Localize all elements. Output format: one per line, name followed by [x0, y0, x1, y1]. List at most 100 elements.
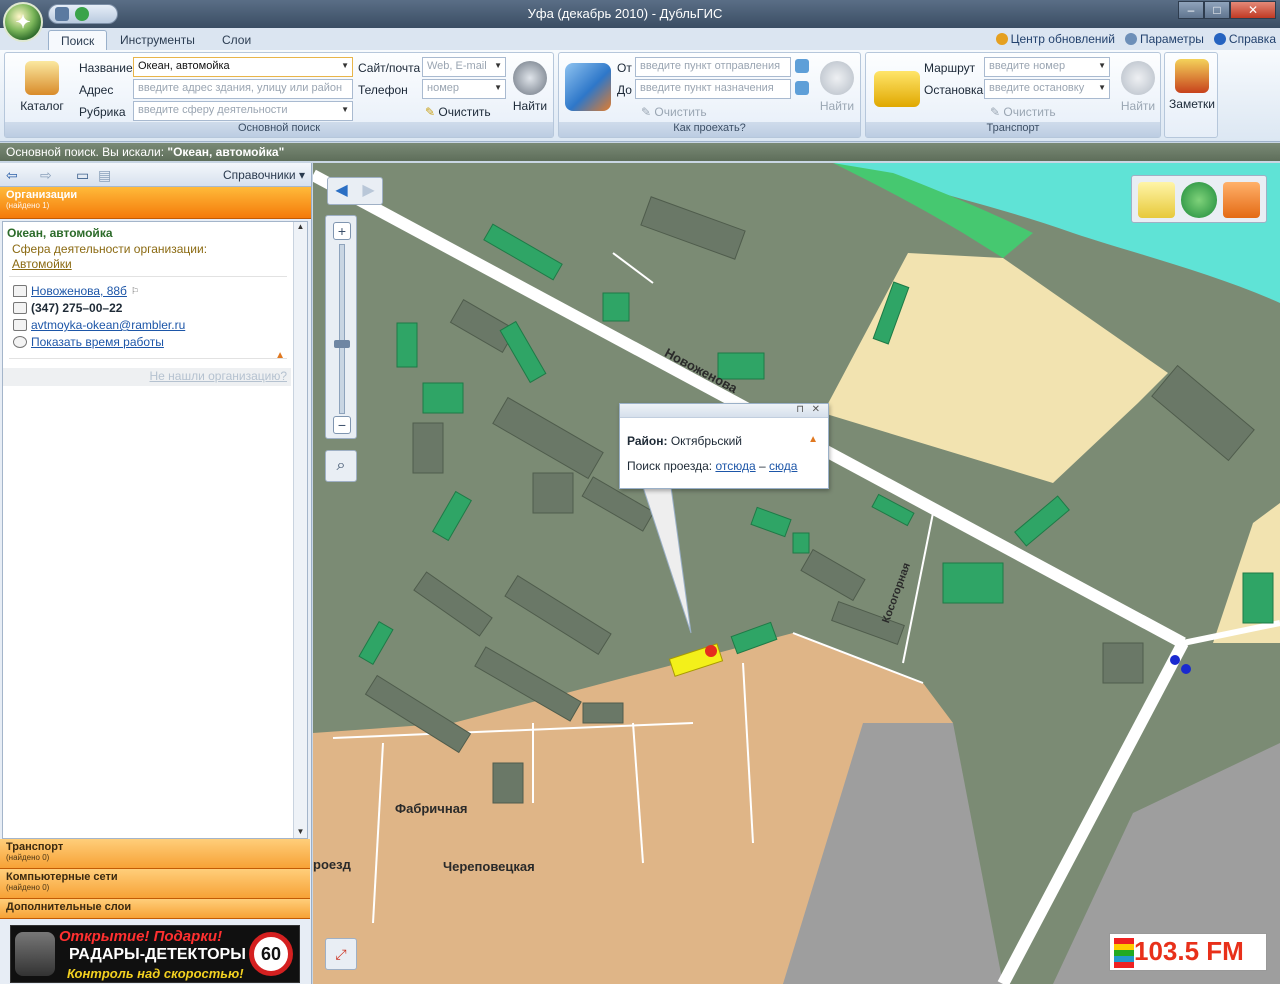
map-view[interactable]: Новоженова Косогорная Фабричная Черепове…	[313, 163, 1280, 984]
route-ab-icon	[565, 63, 611, 111]
pick-to-icon[interactable]	[795, 81, 809, 95]
category-computer-networks[interactable]: Компьютерные сети (найдено 0)	[0, 869, 310, 899]
route-to-here-link[interactable]: сюда	[769, 459, 797, 473]
magnifier-icon: ⌕	[336, 457, 346, 474]
map-tools	[1131, 175, 1267, 223]
back-icon[interactable]: ⇦	[6, 167, 18, 184]
org-phone: (347) 275–00–22	[31, 301, 123, 315]
to-input[interactable]: введите пункт назначения	[635, 79, 791, 99]
zoom-in-button[interactable]: +	[333, 222, 351, 240]
app-menu-button[interactable]: ✦	[3, 2, 43, 42]
magnifier-button[interactable]: ⌕	[325, 450, 357, 482]
minimize-button[interactable]: –	[1178, 1, 1204, 19]
left-nav-bar: ⇦ ⇨ ▭ ▤ Справочники ▾	[0, 163, 311, 187]
close-icon[interactable]: ✕	[812, 404, 820, 415]
site-label: Сайт/почта	[358, 61, 421, 75]
lane	[902, 512, 934, 664]
print-icon[interactable]: ▤	[98, 167, 111, 184]
parameters-link[interactable]: Параметры	[1124, 32, 1204, 46]
ruler-icon[interactable]	[1138, 182, 1175, 218]
route-find-button[interactable]: Найти	[817, 61, 857, 113]
category-organizations[interactable]: Организации (найдено 1)	[0, 187, 311, 219]
zoom-slider-thumb[interactable]	[334, 340, 350, 348]
clear-button[interactable]: ✎ Очистить	[425, 105, 491, 119]
radar-icon[interactable]	[1180, 182, 1218, 218]
top-right-links: Центр обновлений Параметры Справка	[995, 32, 1276, 46]
show-hours-link[interactable]: Показать время работы	[31, 335, 164, 349]
stop-input[interactable]: введите остановку ▼	[984, 79, 1110, 99]
expand-icon: ⤢	[335, 946, 347, 962]
chevron-down-icon[interactable]: ▼	[341, 61, 349, 70]
close-button[interactable]: ✕	[1230, 1, 1276, 19]
binoculars-icon	[513, 61, 547, 95]
scroll-down-icon[interactable]: ▼	[294, 827, 307, 836]
street-label-cherepovetskaya: Череповецкая	[443, 859, 535, 874]
chevron-down-icon[interactable]: ▼	[494, 83, 502, 92]
chevron-down-icon[interactable]: ▼	[341, 105, 349, 114]
notes-icon	[1175, 59, 1209, 93]
chevron-down-icon[interactable]: ▼	[1098, 61, 1106, 70]
street-label-fabrichnaya: Фабричная	[395, 801, 468, 816]
org-name[interactable]: Океан, автомойка	[7, 226, 113, 240]
name-input[interactable]: Океан, автомойка ▼	[133, 57, 353, 77]
phone-input[interactable]: номер ▼	[422, 79, 506, 99]
category-transport[interactable]: Транспорт (найдено 0)	[0, 839, 310, 869]
zoom-slider[interactable]	[339, 244, 345, 414]
window-controls: – □ ✕	[1178, 1, 1276, 19]
warning-icon[interactable]: ▲	[808, 434, 818, 445]
transport-find-button[interactable]: Найти	[1118, 61, 1158, 113]
street-label-proezd: роезд	[313, 857, 351, 872]
list-icon[interactable]: ▭	[76, 167, 89, 184]
transport-clear-button[interactable]: ✎ Очистить	[990, 105, 1056, 119]
chevron-down-icon[interactable]: ▼	[1098, 83, 1106, 92]
clock-icon	[13, 336, 27, 348]
org-address-link[interactable]: Новоженова, 88б	[31, 284, 127, 298]
tab-layers[interactable]: Слои	[210, 30, 263, 50]
zoom-control: + −	[325, 215, 357, 439]
route-group: От введите пункт отправления До введите …	[558, 52, 861, 138]
from-input[interactable]: введите пункт отправления	[635, 57, 791, 77]
category-extra-layers[interactable]: Дополнительные слои	[0, 899, 310, 919]
route-clear-button[interactable]: ✎ Очистить	[641, 105, 707, 119]
scroll-up-icon[interactable]: ▲	[294, 222, 307, 231]
notes-button[interactable]: Заметки	[1167, 59, 1217, 111]
org-rubric-link[interactable]: Автомойки	[12, 257, 72, 271]
org-address-row: Новоженова, 88б ⚐	[13, 284, 139, 298]
gear-icon	[1124, 33, 1137, 45]
map-back-icon[interactable]: ◀	[328, 178, 355, 204]
bus-icon	[874, 71, 920, 107]
tab-search[interactable]: Поиск	[48, 30, 108, 50]
warning-icon[interactable]: ▲	[275, 350, 285, 361]
pin-icon[interactable]: ⊓	[796, 404, 804, 415]
tab-tools[interactable]: Инструменты	[108, 30, 207, 50]
notes-group: Заметки	[1164, 52, 1218, 138]
map-forward-icon[interactable]: ▶	[355, 178, 382, 204]
org-email-link[interactable]: avtmoyka-okean@rambler.ru	[31, 318, 185, 332]
forward-icon[interactable]: ⇨	[40, 167, 52, 184]
not-found-link[interactable]: Не нашли организацию?	[3, 368, 291, 386]
catalog-button[interactable]: Каталог	[17, 61, 67, 113]
site-input[interactable]: Web, E-mail ▼	[422, 57, 506, 77]
chevron-down-icon[interactable]: ▼	[494, 61, 502, 70]
search-status-bar: Основной поиск. Вы искали: "Океан, автом…	[0, 143, 1280, 161]
maximize-button[interactable]: □	[1204, 1, 1230, 19]
route-number-input[interactable]: введите номер ▼	[984, 57, 1110, 77]
stop-label: Остановка	[924, 83, 984, 97]
window-title: Уфа (декабрь 2010) - ДубльГИС	[527, 6, 723, 21]
find-button[interactable]: Найти	[509, 61, 551, 113]
ad-banner[interactable]: Открытие! Подарки! РАДАРЫ-ДЕТЕКТОРЫ Конт…	[10, 925, 300, 983]
name-label: Название	[79, 61, 133, 75]
directories-menu[interactable]: Справочники ▾	[223, 168, 305, 182]
results-scrollbar[interactable]: ▲ ▼	[293, 222, 307, 838]
address-input[interactable]: введите адрес здания, улицу или район	[133, 79, 353, 99]
radio-ad[interactable]: 103.5 FM	[1109, 933, 1267, 971]
fit-view-button[interactable]: ⤢	[325, 938, 357, 970]
transport-group: Маршрут введите номер ▼ Остановка введите…	[865, 52, 1161, 138]
update-center-link[interactable]: Центр обновлений	[995, 32, 1115, 46]
help-link[interactable]: Справка	[1213, 32, 1276, 46]
3d-view-icon[interactable]	[1223, 182, 1261, 218]
zoom-out-button[interactable]: −	[333, 416, 351, 434]
rubric-input[interactable]: введите сферу деятельности ▼	[133, 101, 353, 121]
route-from-here-link[interactable]: отсюда	[715, 459, 755, 473]
pick-from-icon[interactable]	[795, 59, 809, 73]
